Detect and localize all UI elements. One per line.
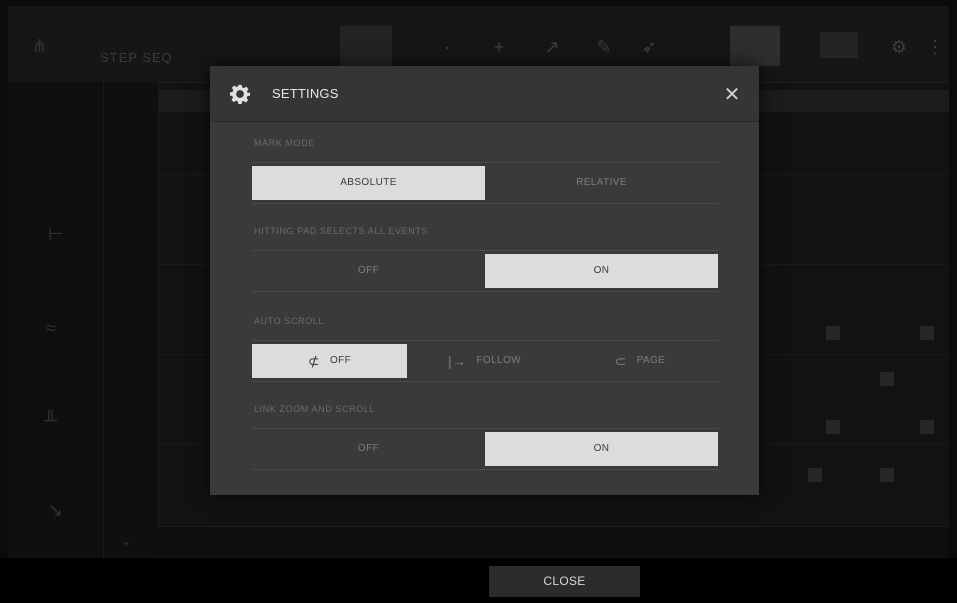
- auto-scroll-page-button[interactable]: ⊂ PAGE: [562, 344, 718, 378]
- background-toolbar-block: [730, 26, 780, 66]
- background-toolbar-block: [340, 26, 392, 66]
- background-toolbar-block: [820, 32, 858, 58]
- footer-bar: [0, 558, 957, 603]
- auto-scroll-off-label: OFF: [329, 355, 352, 366]
- background-note: [826, 420, 840, 434]
- background-pointer-icon: ➶: [641, 37, 657, 57]
- background-chevron-icon: ⌄: [120, 532, 132, 548]
- dialog-header: SETTINGS ✕: [210, 66, 759, 122]
- background-tool-icon: ↗: [544, 37, 560, 57]
- gear-icon: [230, 84, 250, 104]
- background-track-icon: ≈: [46, 318, 56, 338]
- background-note: [920, 326, 934, 340]
- follow-arrow-icon: |→: [447, 353, 467, 369]
- auto-scroll-follow-label: FOLLOW: [476, 355, 522, 366]
- close-button[interactable]: CLOSE: [489, 566, 640, 597]
- background-gear-icon: ⚙: [890, 37, 908, 57]
- auto-scroll-selector: ⊄ OFF |→ FOLLOW ⊂ PAGE: [252, 340, 718, 382]
- link-zoom-off-button[interactable]: OFF: [252, 432, 485, 466]
- hitting-pad-toggle: OFF ON: [252, 250, 718, 292]
- background-pencil-icon: ✎: [596, 37, 612, 57]
- background-track-icon: ⊢: [48, 224, 64, 244]
- close-icon[interactable]: ✕: [718, 80, 746, 108]
- background-divider: [103, 82, 104, 558]
- hitting-pad-on-button[interactable]: ON: [485, 254, 718, 288]
- link-zoom-toggle: OFF ON: [252, 428, 718, 470]
- background-more-icon: ⋮: [926, 37, 944, 57]
- dialog-title: SETTINGS: [272, 86, 339, 101]
- background-scrollbar: [158, 526, 949, 557]
- link-zoom-on-button[interactable]: ON: [485, 432, 718, 466]
- mark-mode-absolute-button[interactable]: ABSOLUTE: [252, 166, 485, 200]
- background-tool-icon: +: [493, 37, 505, 57]
- background-menu-icon: ⋔: [32, 36, 48, 56]
- scroll-off-icon: ⊄: [307, 353, 320, 369]
- auto-scroll-label: AUTO SCROLL: [254, 316, 324, 326]
- background-track-icon: ↘: [48, 500, 64, 520]
- background-note: [920, 420, 934, 434]
- background-note: [880, 372, 894, 386]
- auto-scroll-off-button[interactable]: ⊄ OFF: [252, 344, 407, 378]
- background-note: [880, 468, 894, 482]
- background-note: [826, 326, 840, 340]
- background-track-list: [8, 82, 159, 558]
- hitting-pad-off-button[interactable]: OFF: [252, 254, 485, 288]
- auto-scroll-page-label: PAGE: [636, 355, 666, 366]
- background-title: STEP SEQ: [100, 50, 173, 65]
- hitting-pad-label: HITTING PAD SELECTS ALL EVENTS: [254, 226, 429, 236]
- mark-mode-toggle: ABSOLUTE RELATIVE: [252, 162, 718, 204]
- background-track-icon: ╨: [44, 410, 57, 430]
- background-tool-icon: ·: [444, 37, 450, 57]
- mark-mode-label: MARK MODE: [254, 138, 315, 148]
- settings-dialog: SETTINGS ✕ MARK MODE ABSOLUTE RELATIVE H…: [210, 66, 759, 495]
- link-zoom-label: LINK ZOOM AND SCROLL: [254, 404, 376, 414]
- background-note: [808, 468, 822, 482]
- page-loop-icon: ⊂: [614, 353, 627, 369]
- mark-mode-relative-button[interactable]: RELATIVE: [485, 166, 718, 200]
- auto-scroll-follow-button[interactable]: |→ FOLLOW: [407, 344, 562, 378]
